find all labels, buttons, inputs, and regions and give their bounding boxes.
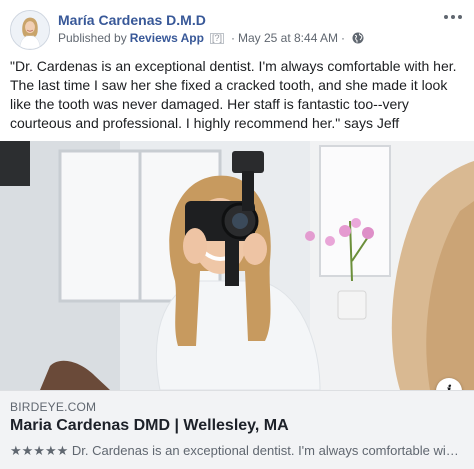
more-dot (458, 15, 462, 19)
post-meta: Published by Reviews App [?] · May 25 at… (58, 31, 364, 45)
post-timestamp[interactable]: May 25 at 8:44 AM (238, 31, 338, 45)
link-title[interactable]: Maria Cardenas DMD | Wellesley, MA (10, 417, 289, 435)
page-name-link[interactable]: María Cardenas D.M.D (58, 12, 206, 28)
facebook-post: María Cardenas D.M.D Published by Review… (0, 0, 474, 469)
post-photo[interactable] (0, 141, 474, 390)
avatar-portrait (11, 11, 49, 49)
page-avatar[interactable] (10, 10, 50, 50)
link-domain: BIRDEYE.COM (10, 400, 97, 414)
link-preview[interactable]: BIRDEYE.COM Maria Cardenas DMD | Wellesl… (0, 390, 474, 469)
link-description: ★★★★★ Dr. Cardenas is an exceptional den… (10, 443, 460, 458)
globe-icon[interactable] (352, 32, 364, 44)
post-message: "Dr. Cardenas is an exceptional dentist.… (10, 58, 457, 131)
meta-separator-2: · (341, 31, 346, 45)
more-options-icon[interactable] (444, 10, 462, 24)
published-by-label: Published by (58, 31, 127, 45)
more-dot (444, 15, 448, 19)
help-marker[interactable]: [?] (209, 32, 224, 44)
meta-separator: · (230, 31, 235, 45)
photographer-image (0, 141, 474, 390)
post-header: María Cardenas D.M.D Published by Review… (0, 0, 474, 56)
more-dot (451, 15, 455, 19)
app-name-link[interactable]: Reviews App (130, 31, 204, 45)
